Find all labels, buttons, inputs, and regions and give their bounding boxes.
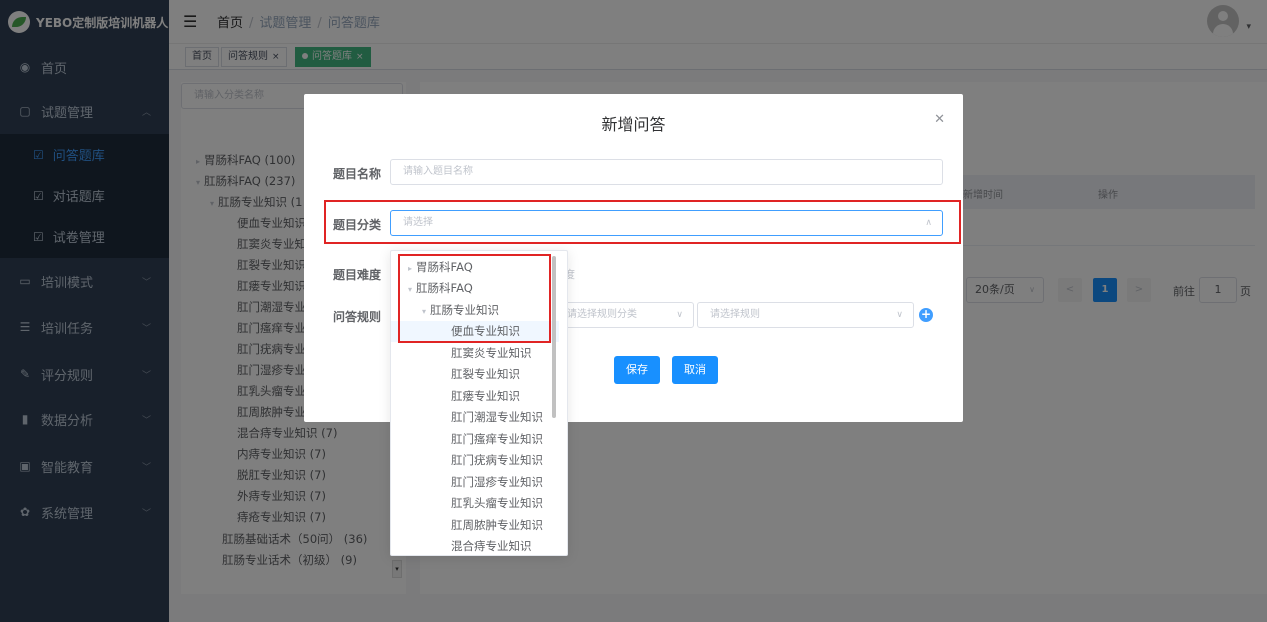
rule-category-select[interactable]: 请选择规则分类 ∨ — [554, 302, 694, 328]
question-difficulty-label: 题目难度 — [333, 268, 382, 282]
question-category-select[interactable]: 请选择 ∧ — [390, 210, 943, 236]
close-icon[interactable]: ✕ — [934, 112, 945, 127]
caret-down-icon: ▾ — [422, 307, 427, 316]
dropdown-node[interactable]: 肛门湿疹专业知识 — [391, 472, 559, 493]
question-category-label: 题目分类 — [333, 218, 382, 232]
chevron-down-icon: ∨ — [676, 310, 683, 320]
rule-placeholder: 请选择规则 — [710, 309, 760, 320]
dropdown-node-label: 胃肠科FAQ — [416, 260, 473, 274]
save-button[interactable]: 保存 — [614, 356, 660, 384]
dropdown-node[interactable]: 肛门瘙痒专业知识 — [391, 429, 559, 450]
dropdown-node[interactable]: ▾ 肛肠专业知识 — [391, 300, 559, 321]
dropdown-node[interactable]: 肛乳头瘤专业知识 — [391, 493, 559, 514]
question-name-input[interactable]: 请输入题目名称 — [390, 159, 943, 185]
chevron-up-icon: ∧ — [925, 218, 932, 228]
caret-down-icon: ▾ — [408, 285, 413, 294]
dropdown-scrollbar[interactable] — [552, 256, 556, 418]
caret-right-icon: ▸ — [408, 264, 413, 273]
qa-rule-label: 问答规则 — [333, 310, 382, 324]
rule-select[interactable]: 请选择规则 ∨ — [697, 302, 914, 328]
add-rule-icon[interactable]: + — [919, 308, 933, 322]
dropdown-node[interactable]: 混合痔专业知识 — [391, 536, 559, 555]
dropdown-node[interactable]: 肛周脓肿专业知识 — [391, 515, 559, 536]
category-dropdown: ▸ 胃肠科FAQ ▾ 肛肠科FAQ ▾ 肛肠专业知识 便血专业知识 肛窦炎专业知识 肛… — [390, 250, 568, 556]
dropdown-node[interactable]: 肛瘘专业知识 — [391, 386, 559, 407]
dropdown-node[interactable]: ▾ 肛肠科FAQ — [391, 278, 559, 299]
dropdown-node[interactable]: 肛裂专业知识 — [391, 364, 559, 385]
dropdown-node[interactable]: 肛门疣病专业知识 — [391, 450, 559, 471]
dropdown-node-label: 肛肠专业知识 — [430, 303, 500, 317]
dropdown-node-label: 肛肠科FAQ — [416, 281, 473, 295]
dropdown-node-selected[interactable]: 便血专业知识 — [391, 321, 559, 342]
dropdown-node[interactable]: ▸ 胃肠科FAQ — [391, 257, 559, 278]
dialog-title: 新增问答 — [601, 115, 666, 134]
dropdown-node[interactable]: 肛门潮湿专业知识 — [391, 407, 559, 428]
category-placeholder: 请选择 — [403, 217, 433, 228]
chevron-down-icon: ∨ — [896, 310, 903, 320]
cancel-button[interactable]: 取消 — [672, 356, 718, 384]
question-name-label: 题目名称 — [333, 167, 382, 181]
rule-category-placeholder: 请选择规则分类 — [567, 309, 637, 320]
dropdown-node[interactable]: 肛窦炎专业知识 — [391, 343, 559, 364]
